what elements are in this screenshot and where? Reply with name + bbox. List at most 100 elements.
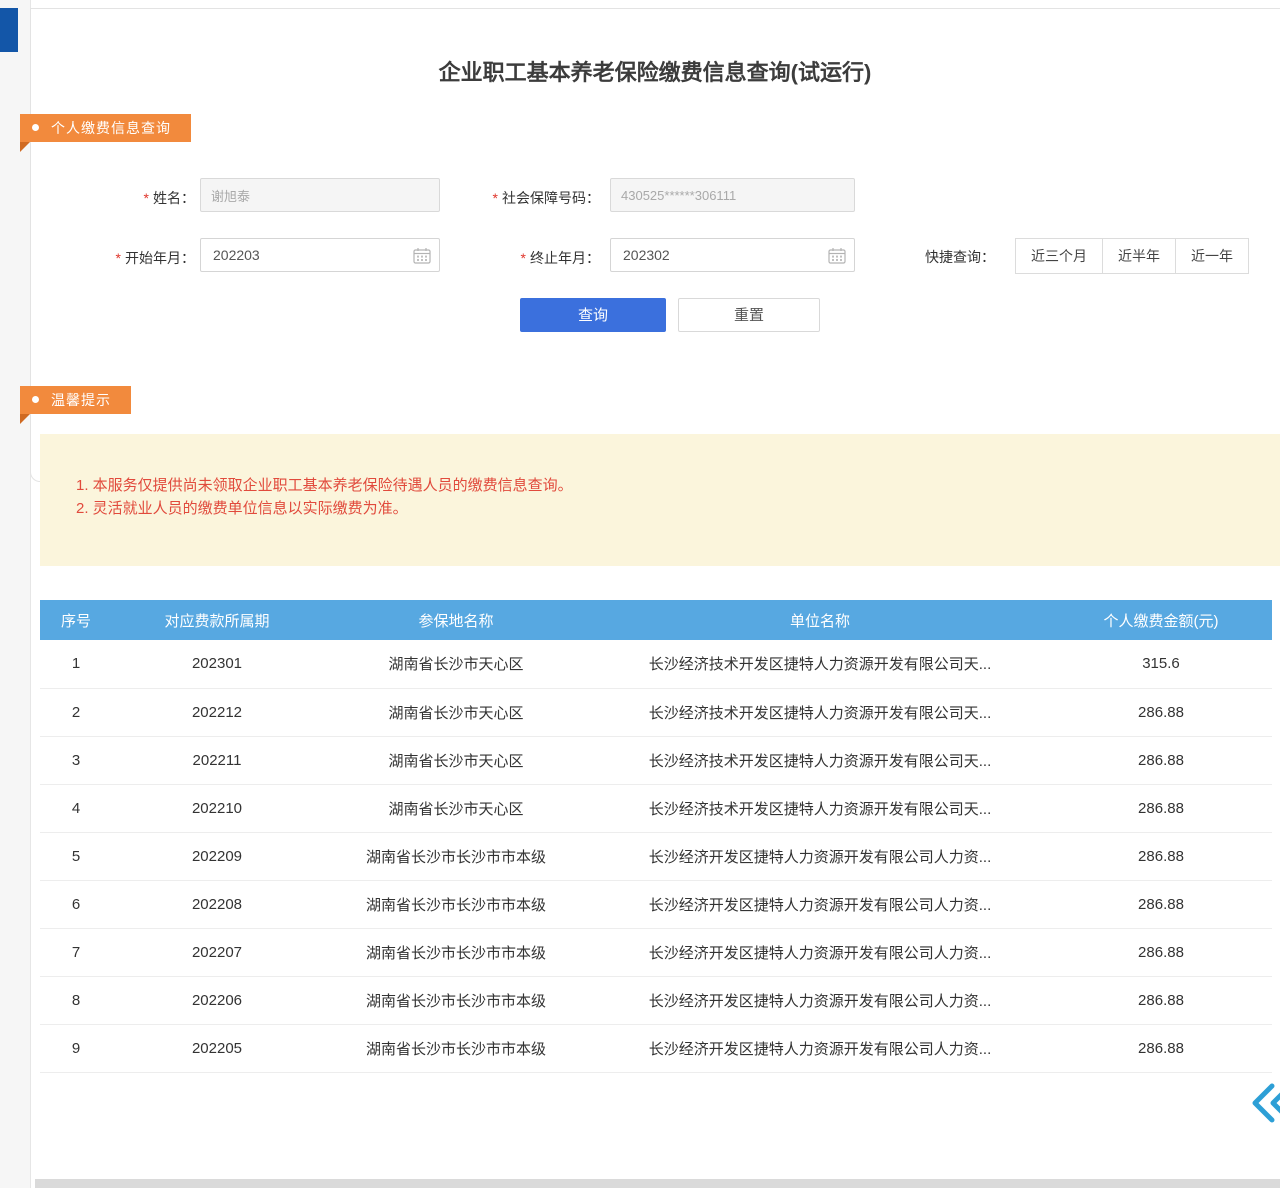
section-badge-personal-query: 个人缴费信息查询 bbox=[20, 114, 191, 142]
cell-index: 5 bbox=[40, 832, 112, 880]
cell-region: 湖南省长沙市长沙市市本级 bbox=[322, 1024, 590, 1072]
ssn-label: *社会保障号码： bbox=[440, 188, 600, 208]
cell-period: 202212 bbox=[112, 688, 322, 736]
table-row: 3202211湖南省长沙市天心区长沙经济技术开发区捷特人力资源开发有限公司天..… bbox=[40, 736, 1272, 784]
quick-btn-3months[interactable]: 近三个月 bbox=[1015, 238, 1103, 274]
bullet-icon bbox=[32, 396, 39, 403]
cell-region: 湖南省长沙市长沙市市本级 bbox=[322, 976, 590, 1024]
quick-query-label: 快捷查询： bbox=[925, 247, 995, 267]
ribbon-fold bbox=[20, 142, 30, 152]
cell-index: 7 bbox=[40, 928, 112, 976]
cell-company: 长沙经济技术开发区捷特人力资源开发有限公司天... bbox=[590, 688, 1050, 736]
table-row: 8202206湖南省长沙市长沙市市本级长沙经济开发区捷特人力资源开发有限公司人力… bbox=[40, 976, 1272, 1024]
quick-btn-halfyear[interactable]: 近半年 bbox=[1102, 238, 1176, 274]
name-field[interactable] bbox=[200, 178, 440, 212]
results-table: 序号 对应费款所属期 参保地名称 单位名称 个人缴费金额(元) 1202301湖… bbox=[40, 600, 1272, 1073]
quick-query-group: 近三个月 近半年 近一年 bbox=[1015, 238, 1249, 274]
table-row: 2202212湖南省长沙市天心区长沙经济技术开发区捷特人力资源开发有限公司天..… bbox=[40, 688, 1272, 736]
page-title: 企业职工基本养老保险缴费信息查询(试运行) bbox=[30, 55, 1280, 87]
cell-index: 1 bbox=[40, 640, 112, 688]
cell-period: 202209 bbox=[112, 832, 322, 880]
col-header-company: 单位名称 bbox=[590, 600, 1050, 640]
cell-amount: 315.6 bbox=[1050, 640, 1272, 688]
col-header-period: 对应费款所属期 bbox=[112, 600, 322, 640]
cell-company: 长沙经济技术开发区捷特人力资源开发有限公司天... bbox=[590, 784, 1050, 832]
cell-region: 湖南省长沙市长沙市市本级 bbox=[322, 928, 590, 976]
start-month-field-wrap bbox=[200, 238, 440, 272]
notice-text: 1. 本服务仅提供尚未领取企业职工基本养老保险待遇人员的缴费信息查询。 2. 灵… bbox=[40, 434, 1280, 520]
notice-box: 1. 本服务仅提供尚未领取企业职工基本养老保险待遇人员的缴费信息查询。 2. 灵… bbox=[40, 434, 1280, 566]
notice-line-1: 1. 本服务仅提供尚未领取企业职工基本养老保险待遇人员的缴费信息查询。 bbox=[76, 474, 1280, 497]
cell-company: 长沙经济技术开发区捷特人力资源开发有限公司天... bbox=[590, 640, 1050, 688]
table-row: 9202205湖南省长沙市长沙市市本级长沙经济开发区捷特人力资源开发有限公司人力… bbox=[40, 1024, 1272, 1072]
cell-period: 202205 bbox=[112, 1024, 322, 1072]
required-mark: * bbox=[116, 250, 121, 266]
end-month-field-wrap bbox=[610, 238, 855, 272]
table-row: 1202301湖南省长沙市天心区长沙经济技术开发区捷特人力资源开发有限公司天..… bbox=[40, 640, 1272, 688]
sidebar-corner-block bbox=[0, 8, 18, 52]
cell-amount: 286.88 bbox=[1050, 784, 1272, 832]
calendar-icon[interactable] bbox=[413, 247, 431, 264]
required-mark: * bbox=[521, 250, 526, 266]
cell-amount: 286.88 bbox=[1050, 880, 1272, 928]
reset-button[interactable]: 重置 bbox=[678, 298, 820, 332]
cell-region: 湖南省长沙市长沙市市本级 bbox=[322, 832, 590, 880]
cell-company: 长沙经济开发区捷特人力资源开发有限公司人力资... bbox=[590, 976, 1050, 1024]
query-button[interactable]: 查询 bbox=[520, 298, 666, 332]
cell-company: 长沙经济开发区捷特人力资源开发有限公司人力资... bbox=[590, 832, 1050, 880]
cell-index: 4 bbox=[40, 784, 112, 832]
table-row: 6202208湖南省长沙市长沙市市本级长沙经济开发区捷特人力资源开发有限公司人力… bbox=[40, 880, 1272, 928]
cell-period: 202210 bbox=[112, 784, 322, 832]
double-chevron-left-icon[interactable] bbox=[1250, 1080, 1280, 1126]
cell-period: 202208 bbox=[112, 880, 322, 928]
cell-index: 6 bbox=[40, 880, 112, 928]
cell-period: 202301 bbox=[112, 640, 322, 688]
bottom-scrollbar[interactable] bbox=[35, 1179, 1280, 1188]
col-header-region: 参保地名称 bbox=[322, 600, 590, 640]
cell-company: 长沙经济开发区捷特人力资源开发有限公司人力资... bbox=[590, 1024, 1050, 1072]
ssn-field[interactable] bbox=[610, 178, 855, 212]
end-month-label: *终止年月： bbox=[440, 248, 600, 268]
cell-amount: 286.88 bbox=[1050, 928, 1272, 976]
end-month-field[interactable] bbox=[610, 238, 855, 272]
cell-amount: 286.88 bbox=[1050, 1024, 1272, 1072]
start-month-field[interactable] bbox=[200, 238, 440, 272]
calendar-icon[interactable] bbox=[828, 247, 846, 264]
results-table-body: 1202301湖南省长沙市天心区长沙经济技术开发区捷特人力资源开发有限公司天..… bbox=[40, 640, 1272, 1072]
cell-amount: 286.88 bbox=[1050, 688, 1272, 736]
notice-line-2: 2. 灵活就业人员的缴费单位信息以实际缴费为准。 bbox=[76, 497, 1280, 520]
cell-company: 长沙经济开发区捷特人力资源开发有限公司人力资... bbox=[590, 880, 1050, 928]
quick-btn-1year[interactable]: 近一年 bbox=[1175, 238, 1249, 274]
table-header: 序号 对应费款所属期 参保地名称 单位名称 个人缴费金额(元) bbox=[40, 600, 1272, 640]
table-row: 7202207湖南省长沙市长沙市市本级长沙经济开发区捷特人力资源开发有限公司人力… bbox=[40, 928, 1272, 976]
name-label: *姓名： bbox=[70, 188, 195, 208]
table-row: 5202209湖南省长沙市长沙市市本级长沙经济开发区捷特人力资源开发有限公司人力… bbox=[40, 832, 1272, 880]
cell-period: 202206 bbox=[112, 976, 322, 1024]
required-mark: * bbox=[493, 190, 498, 206]
required-mark: * bbox=[144, 190, 149, 206]
cell-period: 202211 bbox=[112, 736, 322, 784]
section-badge-label: 温馨提示 bbox=[51, 392, 111, 408]
cell-region: 湖南省长沙市天心区 bbox=[322, 688, 590, 736]
cell-company: 长沙经济开发区捷特人力资源开发有限公司人力资... bbox=[590, 928, 1050, 976]
cell-index: 3 bbox=[40, 736, 112, 784]
pension-query-page: { "page": { "title": "企业职工基本养老保险缴费信息查询(试… bbox=[0, 0, 1280, 1188]
cell-region: 湖南省长沙市长沙市市本级 bbox=[322, 880, 590, 928]
cell-amount: 286.88 bbox=[1050, 736, 1272, 784]
section-badge-label: 个人缴费信息查询 bbox=[51, 120, 171, 136]
col-header-amount: 个人缴费金额(元) bbox=[1050, 600, 1272, 640]
cell-period: 202207 bbox=[112, 928, 322, 976]
start-month-label: *开始年月： bbox=[70, 248, 195, 268]
cell-region: 湖南省长沙市天心区 bbox=[322, 640, 590, 688]
cell-index: 8 bbox=[40, 976, 112, 1024]
col-header-index: 序号 bbox=[40, 600, 112, 640]
cell-company: 长沙经济技术开发区捷特人力资源开发有限公司天... bbox=[590, 736, 1050, 784]
bullet-icon bbox=[32, 124, 39, 131]
ribbon-fold bbox=[20, 414, 30, 424]
table-row: 4202210湖南省长沙市天心区长沙经济技术开发区捷特人力资源开发有限公司天..… bbox=[40, 784, 1272, 832]
cell-amount: 286.88 bbox=[1050, 976, 1272, 1024]
cell-index: 2 bbox=[40, 688, 112, 736]
cell-amount: 286.88 bbox=[1050, 832, 1272, 880]
cell-region: 湖南省长沙市天心区 bbox=[322, 736, 590, 784]
cell-region: 湖南省长沙市天心区 bbox=[322, 784, 590, 832]
